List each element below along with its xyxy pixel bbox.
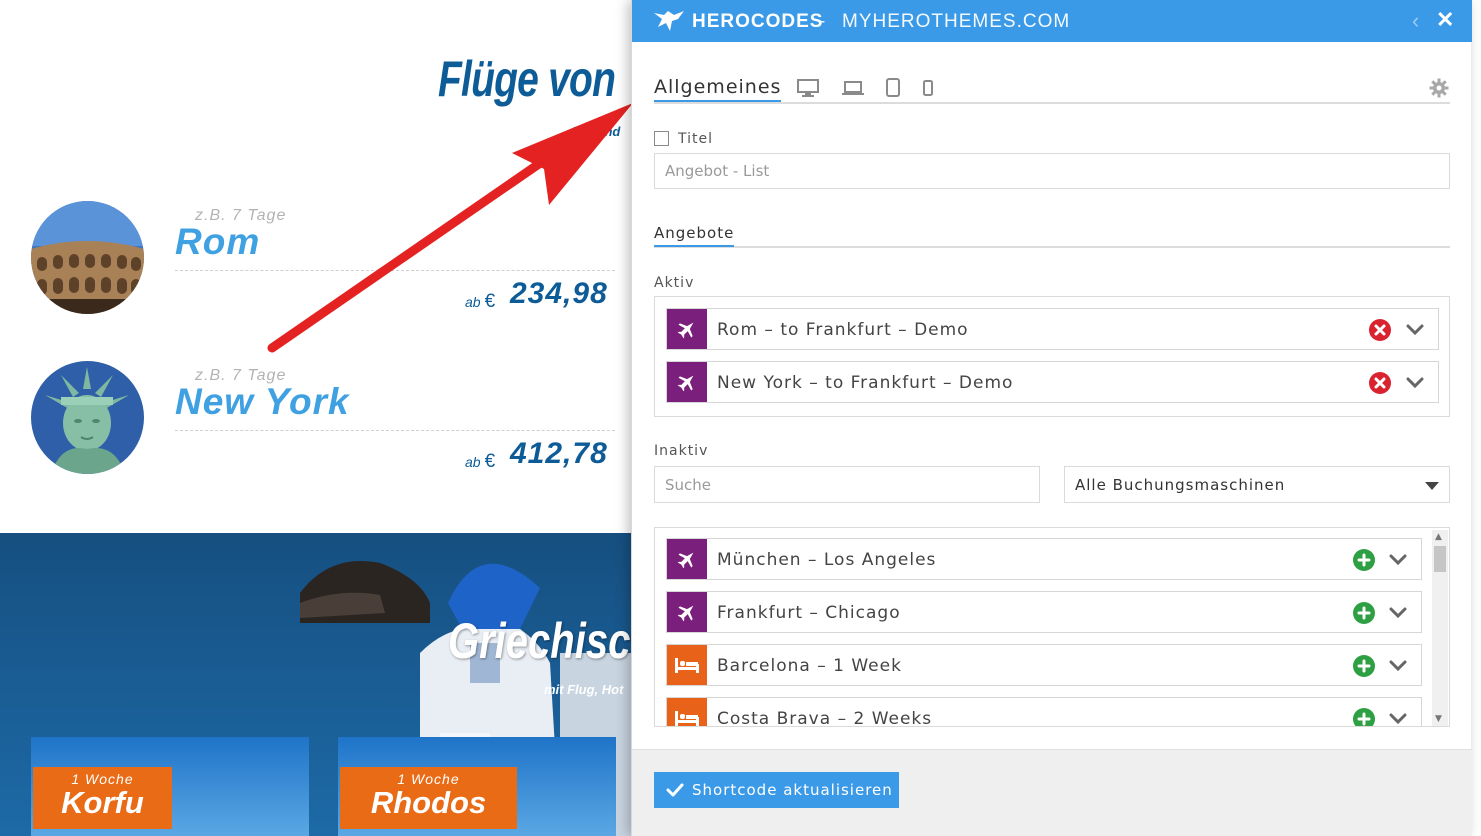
search-input[interactable] xyxy=(654,466,1040,503)
banner-subtitle: mit Flug, Hot xyxy=(544,682,624,697)
chevron-down-icon[interactable] xyxy=(1405,373,1425,393)
item-label: New York – to Frankfurt – Demo xyxy=(717,373,1014,393)
list-item[interactable]: München – Los Angeles xyxy=(666,538,1422,580)
offers-section-header: Angebote xyxy=(654,224,1450,248)
statue-of-liberty-photo xyxy=(31,361,144,474)
offers-section-title: Angebote xyxy=(654,224,735,247)
scrollbar-thumb[interactable] xyxy=(1434,546,1446,572)
list-item[interactable]: Costa Brava – 2 Weeks xyxy=(666,697,1422,727)
tile-badge: 1 Woche Korfu xyxy=(33,767,172,829)
title-checkbox[interactable] xyxy=(654,131,669,146)
close-icon[interactable]: ✕ xyxy=(1436,7,1454,33)
offer-city[interactable]: Rom xyxy=(175,221,260,263)
hero-logo-icon xyxy=(654,11,684,31)
tile-rhodos[interactable]: 1 Woche Rhodos xyxy=(338,737,616,836)
tab-bar: Allgemeines xyxy=(654,74,1450,104)
desktop-icon[interactable] xyxy=(796,78,820,98)
tab-allgemeines[interactable]: Allgemeines xyxy=(654,76,782,102)
banner-title: Griechisc xyxy=(448,613,631,669)
airplane-icon xyxy=(667,539,707,579)
chevron-down-icon[interactable] xyxy=(1405,320,1425,340)
bed-icon xyxy=(667,645,707,685)
panel-header: HEROCODES - MYHEROTHEMES.COM ‹ ✕ xyxy=(632,0,1472,42)
item-label: Frankfurt – Chicago xyxy=(717,603,901,623)
list-scrollbar[interactable]: ▲ ▼ xyxy=(1432,530,1448,726)
bed-icon xyxy=(667,698,707,726)
update-shortcode-button[interactable]: Shortcode aktualisieren xyxy=(654,772,899,808)
brand-separator: - xyxy=(819,11,826,32)
laptop-icon[interactable] xyxy=(841,78,865,98)
airplane-icon xyxy=(667,592,707,632)
booking-engine-select[interactable]: Alle Buchungsmaschinen xyxy=(1064,466,1450,503)
gear-icon[interactable] xyxy=(1429,78,1449,98)
chevron-left-icon[interactable]: ‹ xyxy=(1412,8,1419,34)
price-prefix: ab € xyxy=(465,451,496,472)
title-checkbox-label: Titel xyxy=(678,131,714,147)
tile-korfu[interactable]: 1 Woche Korfu xyxy=(31,737,309,836)
item-label: München – Los Angeles xyxy=(717,550,937,570)
booking-engine-select-value: Alle Buchungsmaschinen xyxy=(1075,476,1286,494)
brand-domain: MYHEROTHEMES.COM xyxy=(842,11,1071,32)
check-icon xyxy=(666,783,684,797)
scroll-up-icon[interactable]: ▲ xyxy=(1435,532,1442,542)
add-icon[interactable] xyxy=(1353,708,1375,727)
list-item[interactable]: New York – to Frankfurt – Demo xyxy=(666,361,1439,403)
scroll-down-icon[interactable]: ▼ xyxy=(1435,714,1442,724)
title-input[interactable] xyxy=(654,153,1450,189)
tablet-icon[interactable] xyxy=(881,78,905,98)
offer-city[interactable]: New York xyxy=(175,381,350,423)
colosseum-photo xyxy=(31,201,144,314)
add-icon[interactable] xyxy=(1353,655,1375,677)
list-item[interactable]: Barcelona – 1 Week xyxy=(666,644,1422,686)
tile-weeks: 1 Woche xyxy=(397,771,460,787)
inactive-offers-list: München – Los Angeles Frankfurt – Chicag… xyxy=(654,527,1450,727)
chevron-down-icon[interactable] xyxy=(1388,603,1408,623)
tile-name: Korfu xyxy=(61,785,144,820)
list-item[interactable]: Frankfurt – Chicago xyxy=(666,591,1422,633)
active-label: Aktiv xyxy=(654,275,695,291)
inactive-label: Inaktiv xyxy=(654,443,709,459)
item-label: Barcelona – 1 Week xyxy=(717,656,902,676)
item-label: Costa Brava – 2 Weeks xyxy=(717,709,933,727)
airplane-icon xyxy=(667,309,707,349)
update-shortcode-label: Shortcode aktualisieren xyxy=(692,781,893,799)
panel-footer: Shortcode aktualisieren xyxy=(632,749,1472,836)
offer-divider xyxy=(175,430,615,431)
tile-name: Rhodos xyxy=(370,785,487,820)
panel-body: Allgemeines Titel Angebot - List Angebot… xyxy=(632,42,1472,749)
add-icon[interactable] xyxy=(1353,549,1375,571)
add-icon[interactable] xyxy=(1353,602,1375,624)
tile-badge: 1 Woche Rhodos xyxy=(340,767,517,829)
offer-price: 412,78 xyxy=(510,437,608,470)
red-arrow-annotation xyxy=(267,103,633,353)
remove-icon[interactable] xyxy=(1369,372,1391,394)
offer-new-york[interactable]: z.B. 7 Tage New York ab € 412,78 xyxy=(30,361,620,481)
brand-name: HEROCODES xyxy=(692,11,824,32)
active-offers-list: Rom – to Frankfurt – Demo New York – to … xyxy=(654,296,1450,417)
chevron-down-icon[interactable] xyxy=(1388,656,1408,676)
caret-down-icon xyxy=(1425,482,1439,490)
list-item[interactable]: Rom – to Frankfurt – Demo xyxy=(666,308,1439,350)
airplane-icon xyxy=(667,362,707,402)
chevron-down-icon[interactable] xyxy=(1388,550,1408,570)
chevron-down-icon[interactable] xyxy=(1388,709,1408,727)
remove-icon[interactable] xyxy=(1369,319,1391,341)
herocodes-panel: HEROCODES - MYHEROTHEMES.COM ‹ ✕ Allgeme… xyxy=(631,0,1472,836)
tile-weeks: 1 Woche xyxy=(71,771,134,787)
item-label: Rom – to Frankfurt – Demo xyxy=(717,320,969,340)
phone-icon[interactable] xyxy=(916,78,940,98)
